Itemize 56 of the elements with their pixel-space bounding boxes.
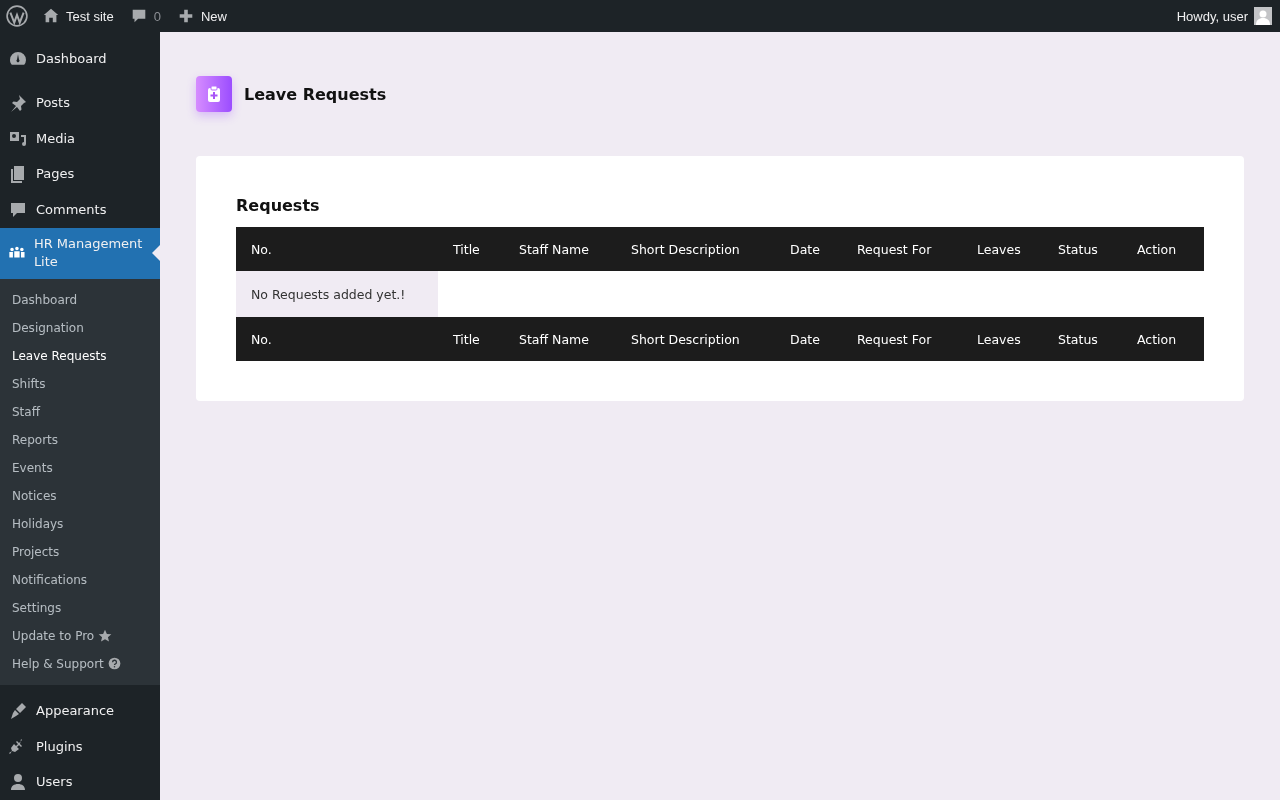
section-title: Requests (236, 196, 321, 215)
submenu-item[interactable]: Dashboard (0, 285, 160, 314)
column-header: Short Description (616, 227, 775, 271)
submenu-item[interactable]: Staff (0, 397, 160, 426)
home-icon (42, 7, 60, 25)
menu-item[interactable]: Plugins (0, 729, 160, 765)
site-name-link[interactable]: Test site (34, 0, 122, 32)
submenu-item[interactable]: Shifts (0, 369, 160, 398)
submenu-item[interactable]: Events (0, 453, 160, 482)
column-footer: No. (236, 317, 438, 361)
submenu-item[interactable]: Notices (0, 481, 160, 510)
column-footer: Staff Name (504, 317, 616, 361)
comments-link[interactable]: 0 (121, 0, 169, 32)
column-footer: Action (1122, 317, 1204, 361)
brush-icon (8, 701, 28, 722)
new-link[interactable]: New (168, 0, 235, 32)
menu-item[interactable]: Media (0, 121, 160, 157)
column-header: Staff Name (504, 227, 616, 271)
column-footer: Title (438, 317, 504, 361)
submenu-item[interactable]: Designation (0, 313, 160, 342)
submenu-item[interactable]: Reports (0, 425, 160, 454)
submenu-item[interactable]: Holidays (0, 509, 160, 538)
submenu-item[interactable]: Leave Requests (0, 341, 160, 370)
pin-icon (8, 93, 28, 114)
clipboard-icon (196, 76, 232, 112)
column-footer: Status (1043, 317, 1122, 361)
column-header: Status (1043, 227, 1122, 271)
menu-item[interactable]: Users (0, 764, 160, 800)
menu-item[interactable]: Comments (0, 192, 160, 228)
account-link[interactable]: Howdy, user (1168, 0, 1280, 32)
submenu-item[interactable]: Settings (0, 593, 160, 622)
column-footer: Leaves (962, 317, 1043, 361)
column-header: Request For (842, 227, 962, 271)
menu-item[interactable]: Posts (0, 85, 160, 122)
menu-item[interactable]: Appearance (0, 693, 160, 729)
user-icon (8, 772, 28, 793)
empty-message: No Requests added yet.! (236, 271, 438, 317)
submenu-item[interactable]: Update to Pro (0, 621, 160, 650)
column-header: Title (438, 227, 504, 271)
column-footer: Request For (842, 317, 962, 361)
menu-item[interactable]: HR Management Lite (0, 227, 160, 279)
help-icon (107, 657, 121, 671)
column-header: No. (236, 227, 438, 271)
column-footer: Short Description (616, 317, 775, 361)
avatar-icon (1254, 7, 1272, 25)
submenu-item[interactable]: Notifications (0, 565, 160, 594)
column-header: Leaves (962, 227, 1043, 271)
column-footer: Date (775, 317, 842, 361)
submenu-item[interactable]: Help & Support (0, 649, 160, 678)
menu-item[interactable]: Pages (0, 156, 160, 193)
column-header: Date (775, 227, 842, 271)
menu-item[interactable]: Dashboard (0, 41, 160, 77)
star-icon (98, 628, 113, 643)
submenu-item[interactable]: Projects (0, 537, 160, 566)
column-header: Action (1122, 227, 1204, 271)
page-title: Leave Requests (244, 84, 387, 104)
